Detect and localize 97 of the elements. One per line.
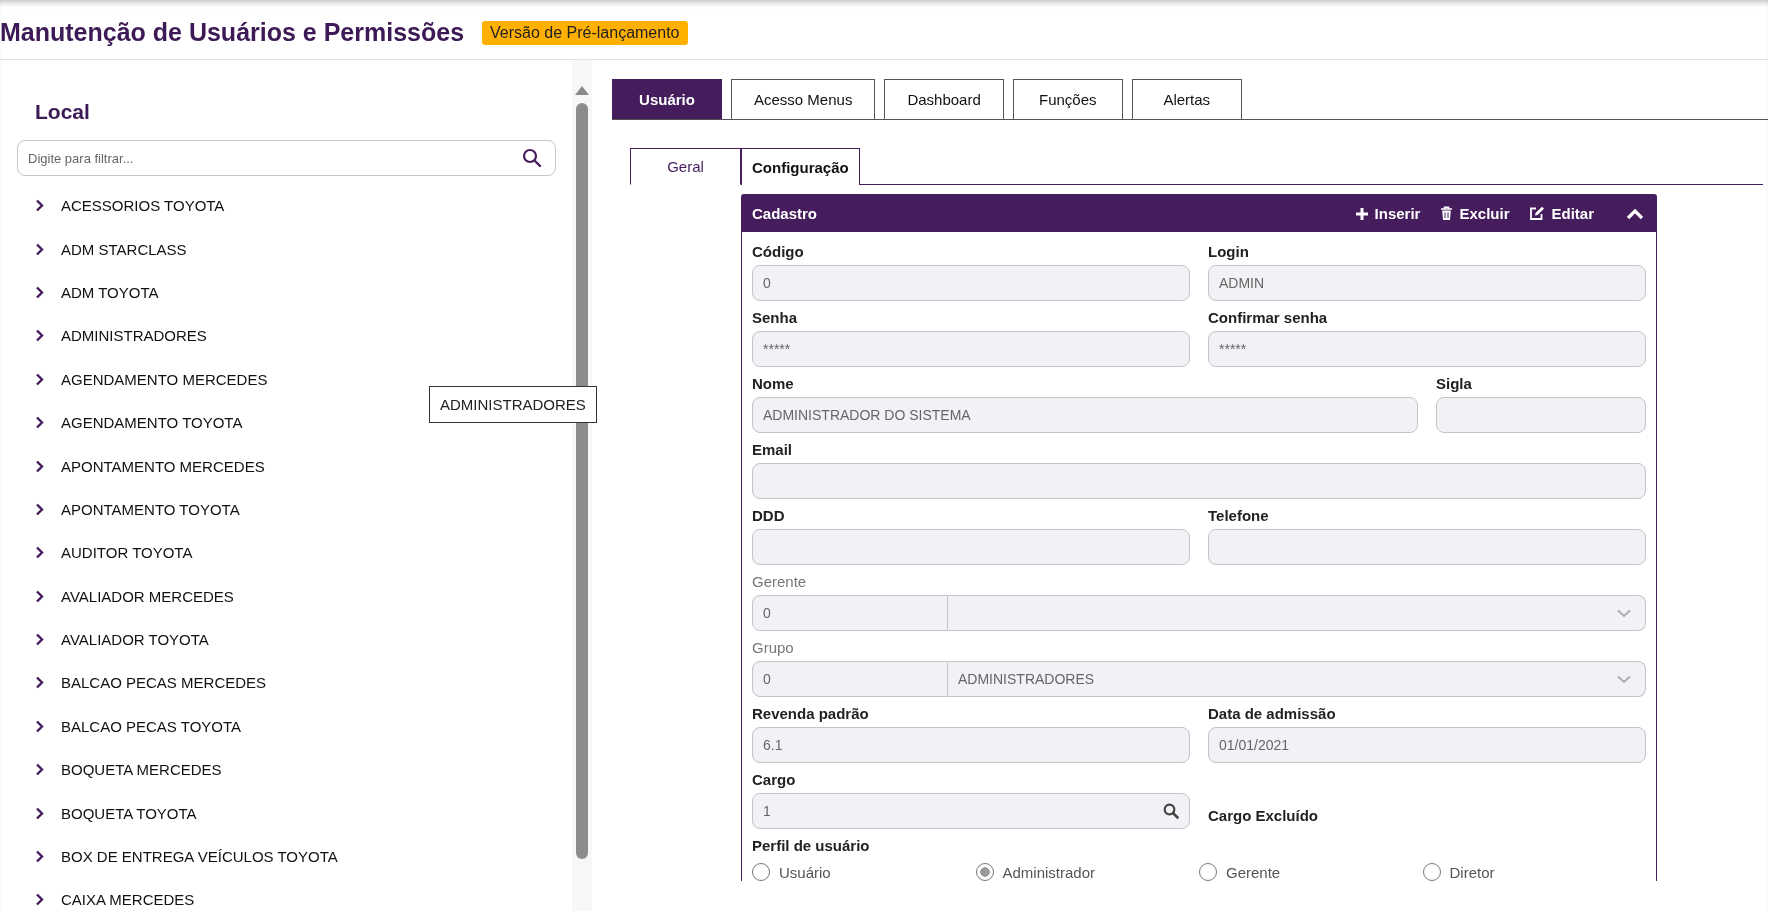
input-field[interactable]	[752, 529, 1190, 565]
tree-item[interactable]: APONTAMENTO TOYOTA	[61, 500, 240, 518]
sidebar-title: Local	[35, 100, 91, 124]
chevron-icon[interactable]	[35, 459, 44, 473]
field-label: Confirmar senha	[1208, 308, 1329, 328]
input-field[interactable]: 6.1	[752, 727, 1190, 763]
chevron-icon[interactable]	[35, 633, 44, 647]
tree-item[interactable]: BOQUETA TOYOTA	[61, 804, 197, 822]
action-button[interactable]: Editar	[1529, 205, 1594, 222]
tree-item[interactable]: ADM TOYOTA	[61, 283, 159, 301]
search-icon[interactable]	[522, 148, 542, 168]
input-field[interactable]: *****	[1208, 331, 1646, 367]
input-field[interactable]: ADMINISTRADOR DO SISTEMA	[752, 397, 1418, 433]
radio-option[interactable]: Diretor	[1422, 863, 1646, 881]
input-field[interactable]: *****	[752, 331, 1190, 367]
input-field[interactable]: 0	[752, 265, 1190, 301]
tab[interactable]: Dashboard	[884, 79, 1004, 119]
field-label: Data de admissão	[1208, 704, 1337, 724]
field-label: Gerente	[752, 572, 808, 592]
input-field[interactable]	[752, 463, 1646, 499]
radio-button[interactable]	[752, 863, 770, 881]
chevron-icon[interactable]	[35, 893, 44, 907]
chevron-icon[interactable]	[35, 850, 44, 864]
tree-item[interactable]: AVALIADOR MERCEDES	[61, 587, 234, 605]
tree-item[interactable]: BALCAO PECAS MERCEDES	[61, 674, 267, 692]
field-label: Senha	[752, 308, 798, 328]
field-label: Código	[752, 242, 805, 262]
field-label: Nome	[752, 374, 795, 394]
tree-item[interactable]: AUDITOR TOYOTA	[61, 544, 193, 562]
field-label: DDD	[752, 506, 786, 526]
tab[interactable]: Alertas	[1131, 79, 1242, 119]
chevron-icon[interactable]	[35, 329, 44, 343]
tree-item[interactable]: ADMINISTRADORES	[61, 327, 207, 345]
tree-item[interactable]: BALCAO PECAS TOYOTA	[61, 717, 242, 735]
field-label: Login	[1208, 242, 1250, 262]
chevron-down-icon	[1617, 674, 1631, 684]
tree-item[interactable]: CAIXA MERCEDES	[61, 891, 195, 909]
radio-button[interactable]	[1422, 863, 1441, 881]
input-field[interactable]: 01/01/2021	[1208, 727, 1646, 763]
tab[interactable]: Funções	[1012, 79, 1123, 119]
radio-option[interactable]: Usuário	[752, 863, 976, 881]
chevron-icon[interactable]	[35, 763, 44, 777]
chevron-icon[interactable]	[35, 242, 44, 256]
panel-title: Cadastro	[752, 205, 818, 222]
field-label: Cargo	[752, 770, 797, 790]
field-label: Telefone	[1208, 506, 1270, 526]
chevron-icon[interactable]	[35, 719, 44, 733]
field-value: 1	[763, 803, 771, 819]
tree-item[interactable]: AVALIADOR TOYOTA	[61, 631, 209, 649]
tab[interactable]: Usuário	[612, 79, 722, 119]
edit-icon	[1529, 206, 1546, 221]
input-field[interactable]: ADMIN	[1208, 265, 1646, 301]
chevron-icon[interactable]	[35, 199, 44, 213]
collapse-icon[interactable]	[1626, 207, 1644, 220]
tree-item[interactable]: BOQUETA MERCEDES	[61, 761, 222, 779]
status-text: Cargo Excluído	[1208, 805, 1320, 826]
field-label: Email	[752, 440, 794, 460]
scroll-up-icon[interactable]	[575, 86, 589, 95]
field-label: Revenda padrão	[752, 704, 870, 724]
tooltip: ADMINISTRADORES	[429, 386, 597, 423]
trash-icon	[1440, 206, 1454, 221]
radio-button[interactable]	[975, 863, 994, 881]
radio-option[interactable]: Administrador	[975, 863, 1199, 881]
action-button[interactable]: Inserir	[1354, 205, 1421, 222]
action-button[interactable]: Excluir	[1440, 205, 1510, 222]
tree-item[interactable]: APONTAMENTO MERCEDES	[61, 457, 265, 475]
chevron-icon[interactable]	[35, 546, 44, 560]
chevron-icon[interactable]	[35, 502, 44, 516]
tree-item[interactable]: ADM STARCLASS	[61, 240, 187, 258]
radio-option[interactable]: Gerente	[1199, 863, 1423, 881]
tree-item[interactable]: AGENDAMENTO TOYOTA	[61, 414, 243, 432]
field-label: Grupo	[752, 638, 795, 658]
chevron-icon[interactable]	[35, 676, 44, 690]
tree-item[interactable]: AGENDAMENTO MERCEDES	[61, 370, 268, 388]
radio-button[interactable]	[1199, 863, 1217, 881]
field-label: Perfil de usuário	[752, 836, 871, 856]
filter-field[interactable]: Digite para filtrar...	[17, 140, 556, 176]
tree-item[interactable]: ACESSORIOS TOYOTA	[61, 197, 225, 215]
chevron-icon[interactable]	[35, 285, 44, 299]
input-field[interactable]	[1436, 397, 1646, 433]
input-field[interactable]: 1	[752, 793, 1190, 829]
plus-icon	[1354, 206, 1369, 221]
search-icon[interactable]	[1163, 803, 1179, 819]
version-badge: Versão de Pré-lançamento	[482, 20, 688, 45]
tree-item[interactable]: BOX DE ENTREGA VEÍCULOS TOYOTA	[61, 848, 338, 866]
chevron-icon[interactable]	[35, 589, 44, 603]
input-field[interactable]	[1208, 529, 1646, 565]
tab[interactable]: Geral	[630, 148, 741, 185]
page-title: Manutenção de Usuários e Permissões	[0, 18, 465, 47]
chevron-icon[interactable]	[35, 372, 44, 386]
dropdown-value: ADMINISTRADORES	[958, 671, 1095, 687]
tab[interactable]: Acesso Menus	[731, 79, 876, 119]
chevron-icon[interactable]	[35, 806, 44, 820]
chevron-icon[interactable]	[35, 416, 44, 430]
tab[interactable]: Configuração	[741, 148, 860, 185]
chevron-down-icon	[1617, 608, 1631, 618]
field-label: Sigla	[1436, 374, 1473, 394]
